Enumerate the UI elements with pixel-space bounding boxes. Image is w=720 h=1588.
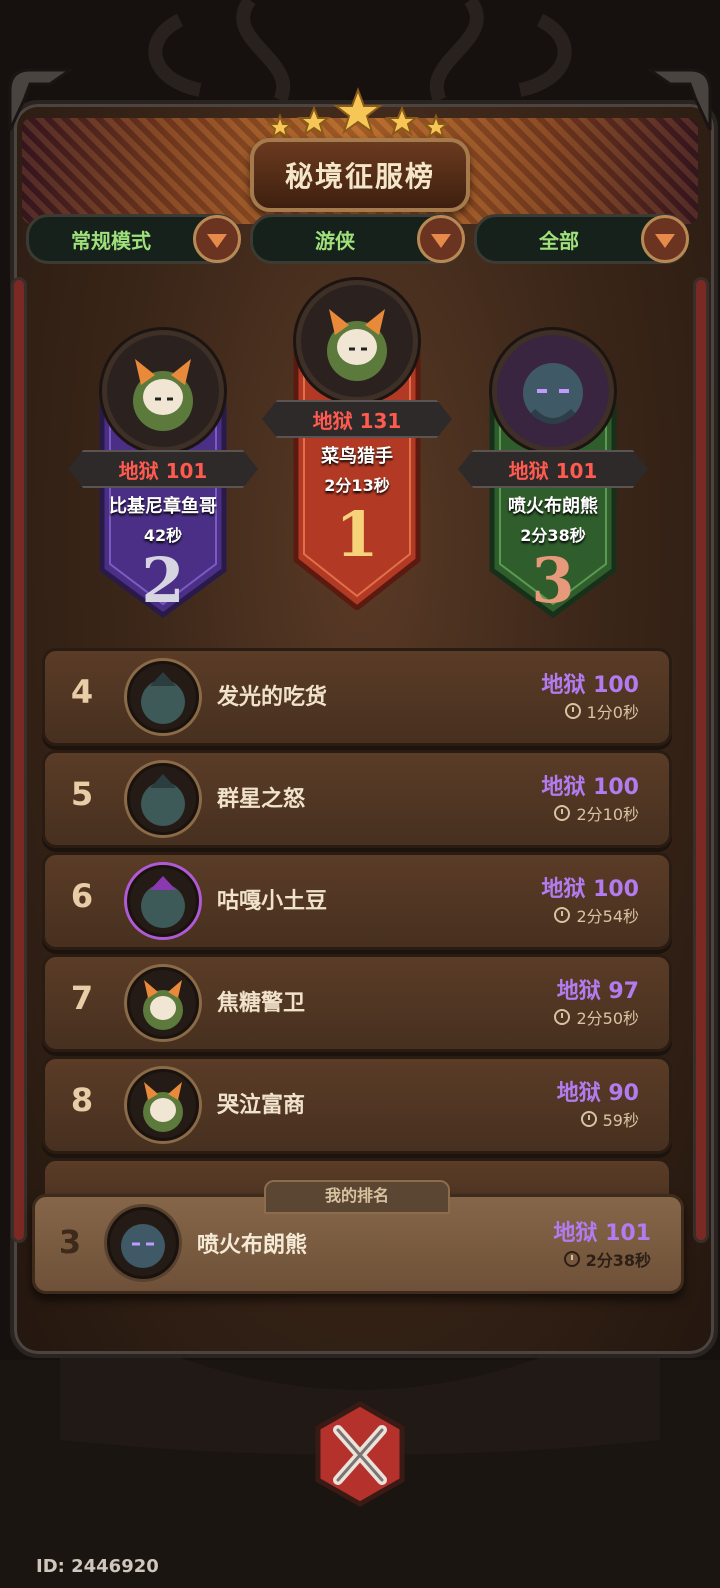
clock-icon (554, 1009, 571, 1025)
podium-first[interactable]: 地狱 131 菜鸟猎手 2分13秒 1 (262, 280, 452, 614)
row-rank: 4 (70, 673, 94, 711)
mode-dropdown[interactable]: 常规模式 (26, 214, 241, 264)
row-player-name: 群星之怒 (217, 787, 306, 812)
row-time: 2分50秒 (554, 1005, 639, 1029)
clock-icon (580, 1111, 597, 1127)
close-icon[interactable] (310, 1400, 410, 1510)
avatar (296, 280, 418, 402)
list-item[interactable]: 7 焦糖警卫 地狱 97 2分50秒 (42, 954, 672, 1052)
row-time: 2分10秒 (554, 801, 639, 825)
my-rank-time-text: 2分38秒 (585, 1251, 651, 1270)
player-id: ID: 2446920 (36, 1556, 159, 1577)
row-rank: 8 (70, 1081, 94, 1119)
my-rank-tab: 我的排名 (264, 1180, 450, 1214)
clock-icon (563, 1251, 580, 1267)
star-icon (422, 113, 450, 140)
avatar (127, 865, 199, 937)
title-plate: 秘境征服榜 (250, 138, 470, 212)
clock-icon (564, 703, 581, 719)
podium-third-time: 2分38秒 (520, 526, 586, 545)
row-player-name: 焦糖警卫 (217, 991, 306, 1016)
avatar (127, 967, 199, 1039)
class-dropdown-label: 游侠 (315, 228, 355, 253)
avatar (102, 330, 224, 452)
scope-dropdown-label: 全部 (539, 228, 579, 253)
clock-icon (554, 805, 571, 821)
podium-second[interactable]: 地狱 101 比基尼章鱼哥 42秒 2 (68, 330, 258, 624)
row-time-text: 2分50秒 (576, 1009, 639, 1028)
chevron-down-icon[interactable] (417, 215, 465, 263)
podium-third-rank: 3 (531, 544, 575, 617)
star-icon (297, 105, 331, 137)
row-player-name: 发光的吃货 (217, 685, 328, 710)
podium-second-score: 地狱 101 (68, 450, 258, 488)
row-time-text: 2分10秒 (576, 805, 639, 824)
list-item[interactable]: 4 发光的吃货 地狱 100 1分0秒 (42, 648, 672, 746)
podium-second-name: 比基尼章鱼哥 (109, 496, 217, 517)
row-time: 1分0秒 (564, 699, 639, 723)
page-title: 秘境征服榜 (284, 160, 435, 193)
class-dropdown[interactable]: 游侠 (250, 214, 465, 264)
row-score: 地狱 100 (541, 775, 639, 800)
avatar (107, 1207, 179, 1279)
right-rail (696, 280, 706, 1240)
podium-second-time: 42秒 (143, 526, 183, 545)
mode-dropdown-label: 常规模式 (71, 228, 151, 253)
list-item[interactable]: 6 咕嘎小土豆 地狱 100 2分54秒 (42, 852, 672, 950)
row-time-text: 1分0秒 (586, 703, 639, 722)
my-rank-name: 喷火布朗熊 (197, 1233, 308, 1258)
avatar (127, 661, 199, 733)
row-player-name: 咕嘎小土豆 (217, 889, 328, 914)
my-rank-number: 3 (58, 1223, 82, 1261)
row-rank: 6 (70, 877, 94, 915)
my-rank-time: 2分38秒 (563, 1247, 651, 1271)
list-item[interactable]: 8 哭泣富商 地狱 90 59秒 (42, 1056, 672, 1154)
podium-first-time: 2分13秒 (324, 476, 390, 495)
row-time: 2分54秒 (554, 903, 639, 927)
podium-third[interactable]: 地狱 101 喷火布朗熊 2分38秒 3 (458, 330, 648, 624)
scope-dropdown[interactable]: 全部 (474, 214, 689, 264)
chevron-down-icon[interactable] (193, 215, 241, 263)
row-score: 地狱 100 (541, 877, 639, 902)
star-icon (333, 87, 383, 135)
podium-third-name: 喷火布朗熊 (508, 496, 598, 517)
my-rank-score: 地狱 101 (553, 1221, 651, 1246)
row-score: 地狱 90 (556, 1081, 639, 1106)
avatar (127, 763, 199, 835)
avatar (492, 330, 614, 452)
podium-second-rank: 2 (141, 544, 185, 617)
row-player-name: 哭泣富商 (217, 1093, 306, 1118)
row-rank: 5 (70, 775, 94, 813)
row-score: 地狱 100 (541, 673, 639, 698)
left-rail (14, 280, 24, 1240)
row-time-text: 59秒 (602, 1111, 639, 1130)
row-rank: 7 (70, 979, 94, 1017)
row-time-text: 2分54秒 (576, 907, 639, 926)
podium-first-name: 菜鸟猎手 (321, 446, 393, 467)
podium-first-score: 地狱 131 (262, 400, 452, 438)
star-rating (266, 87, 450, 140)
chevron-down-icon[interactable] (641, 215, 689, 263)
list-item[interactable]: 5 群星之怒 地狱 100 2分10秒 (42, 750, 672, 848)
row-score: 地狱 97 (556, 979, 639, 1004)
podium-third-score: 地狱 101 (458, 450, 648, 488)
podium-first-rank: 1 (335, 498, 379, 571)
row-time: 59秒 (580, 1107, 639, 1131)
star-icon (385, 105, 419, 137)
avatar (127, 1069, 199, 1141)
star-icon (266, 113, 294, 140)
clock-icon (554, 907, 571, 923)
